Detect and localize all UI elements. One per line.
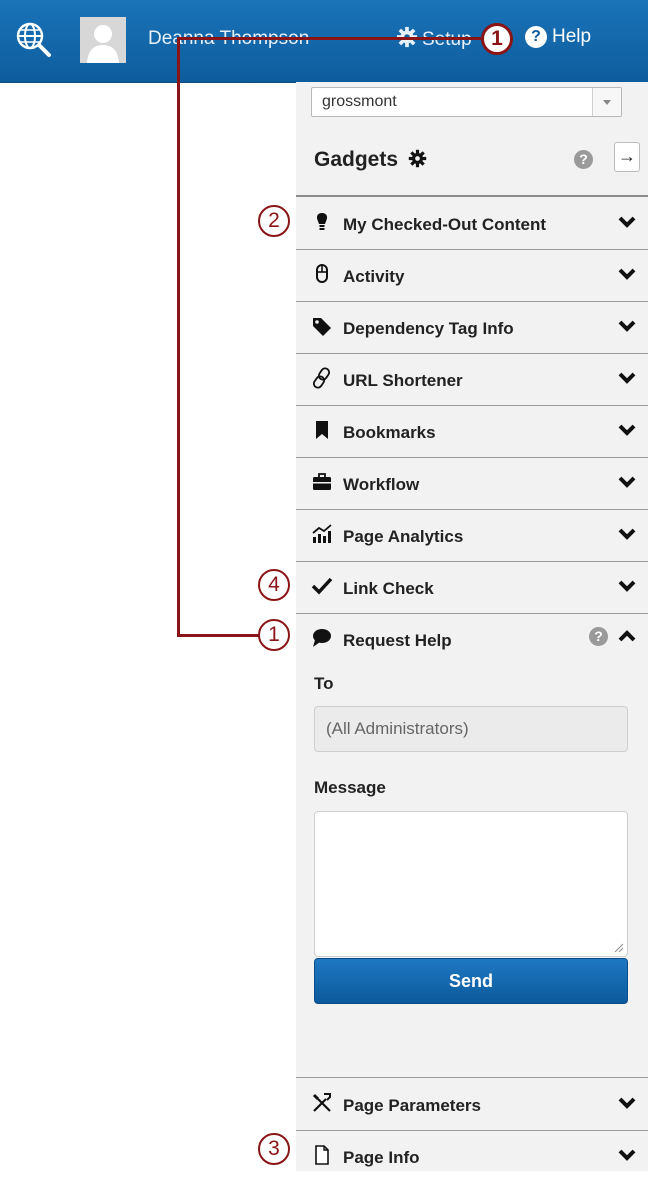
briefcase-icon bbox=[313, 473, 331, 490]
help-menu[interactable]: ? Help bbox=[525, 26, 591, 48]
message-textarea[interactable] bbox=[314, 811, 628, 957]
gadget-page-analytics[interactable]: Page Analytics bbox=[296, 509, 648, 562]
gadget-label: URL Shortener bbox=[343, 371, 463, 390]
tools-icon bbox=[312, 1093, 331, 1112]
gadget-label: Link Check bbox=[343, 579, 434, 598]
gadgets-settings-gear-icon[interactable] bbox=[408, 149, 427, 168]
gadget-label: Page Parameters bbox=[343, 1096, 481, 1115]
annotation-badge: 3 bbox=[258, 1133, 290, 1165]
send-button[interactable]: Send bbox=[314, 958, 628, 1004]
chevron-down-icon[interactable] bbox=[618, 1148, 636, 1162]
annotation-badge: 2 bbox=[258, 205, 290, 237]
chevron-down-icon[interactable] bbox=[618, 475, 636, 489]
gadget-activity[interactable]: Activity bbox=[296, 249, 648, 302]
user-avatar[interactable] bbox=[80, 17, 126, 63]
gadgets-panel: grossmont Gadgets ? → My Checked-Out Con… bbox=[296, 82, 648, 1171]
mouse-icon bbox=[316, 264, 328, 283]
gadget-my-checked-out-content[interactable]: My Checked-Out Content bbox=[296, 197, 648, 250]
request-help-info-icon[interactable]: ? bbox=[589, 627, 608, 646]
speech-bubble-icon bbox=[313, 629, 331, 647]
chevron-down-icon[interactable] bbox=[618, 527, 636, 541]
annotation-badge: 1 bbox=[258, 619, 290, 651]
gadget-label: My Checked-Out Content bbox=[343, 215, 547, 234]
gadget-url-shortener[interactable]: URL Shortener bbox=[296, 353, 648, 406]
gadget-label: Dependency Tag Info bbox=[343, 319, 514, 338]
site-select-value: grossmont bbox=[322, 93, 397, 110]
help-label: Help bbox=[552, 26, 592, 47]
gadget-bookmarks[interactable]: Bookmarks bbox=[296, 405, 648, 458]
collapse-panel-button[interactable]: → bbox=[614, 142, 640, 172]
checkmark-icon bbox=[311, 577, 333, 595]
annotation-connector-bottom bbox=[177, 634, 259, 637]
chevron-down-icon[interactable] bbox=[618, 267, 636, 281]
gadgets-title: Gadgets bbox=[314, 148, 427, 172]
chevron-down-icon[interactable] bbox=[618, 215, 636, 229]
gadget-request-help[interactable]: Request Help ? bbox=[296, 613, 648, 665]
gadget-label: Page Info bbox=[343, 1148, 420, 1167]
bookmark-icon bbox=[316, 421, 328, 439]
chevron-down-icon[interactable] bbox=[618, 423, 636, 437]
gadget-workflow[interactable]: Workflow bbox=[296, 457, 648, 510]
chevron-down-icon[interactable] bbox=[618, 579, 636, 593]
gadget-label: Bookmarks bbox=[343, 423, 436, 442]
gadget-label: Request Help bbox=[343, 631, 452, 650]
lightbulb-icon bbox=[316, 213, 328, 230]
panel-help-icon[interactable]: ? bbox=[574, 150, 593, 169]
gadget-label: Activity bbox=[343, 267, 405, 286]
dropdown-arrow-icon[interactable] bbox=[592, 88, 621, 116]
message-label: Message bbox=[314, 778, 386, 797]
analytics-icon bbox=[312, 524, 332, 543]
gadget-page-info[interactable]: Page Info bbox=[296, 1130, 648, 1182]
globe-search-icon[interactable] bbox=[14, 20, 54, 60]
chevron-down-icon[interactable] bbox=[618, 371, 636, 385]
annotation-connector-top bbox=[177, 37, 481, 40]
chevron-down-icon[interactable] bbox=[618, 1096, 636, 1110]
user-silhouette-icon bbox=[87, 25, 119, 63]
gadget-dependency-tag-info[interactable]: Dependency Tag Info bbox=[296, 301, 648, 354]
annotation-badge: 4 bbox=[258, 569, 290, 601]
top-navigation-bar: Deanna Thompson Setup ?Help bbox=[0, 0, 648, 83]
gadget-link-check[interactable]: Link Check bbox=[296, 561, 648, 614]
question-circle-icon: ? bbox=[525, 26, 547, 48]
tag-icon bbox=[313, 318, 331, 336]
annotation-connector-vertical bbox=[177, 37, 180, 637]
gadgets-title-text: Gadgets bbox=[314, 148, 399, 171]
site-select[interactable]: grossmont bbox=[311, 87, 622, 117]
document-icon bbox=[315, 1145, 329, 1165]
gadget-label: Workflow bbox=[343, 475, 420, 494]
link-icon bbox=[312, 367, 331, 389]
annotation-badge: 1 bbox=[481, 23, 513, 55]
to-field[interactable]: (All Administrators) bbox=[314, 706, 628, 752]
gadget-page-parameters[interactable]: Page Parameters bbox=[296, 1077, 648, 1131]
to-label: To bbox=[314, 674, 334, 693]
chevron-up-icon[interactable] bbox=[618, 629, 636, 643]
chevron-down-icon[interactable] bbox=[618, 319, 636, 333]
resize-grip-icon[interactable] bbox=[614, 943, 624, 953]
gadget-label: Page Analytics bbox=[343, 527, 464, 546]
